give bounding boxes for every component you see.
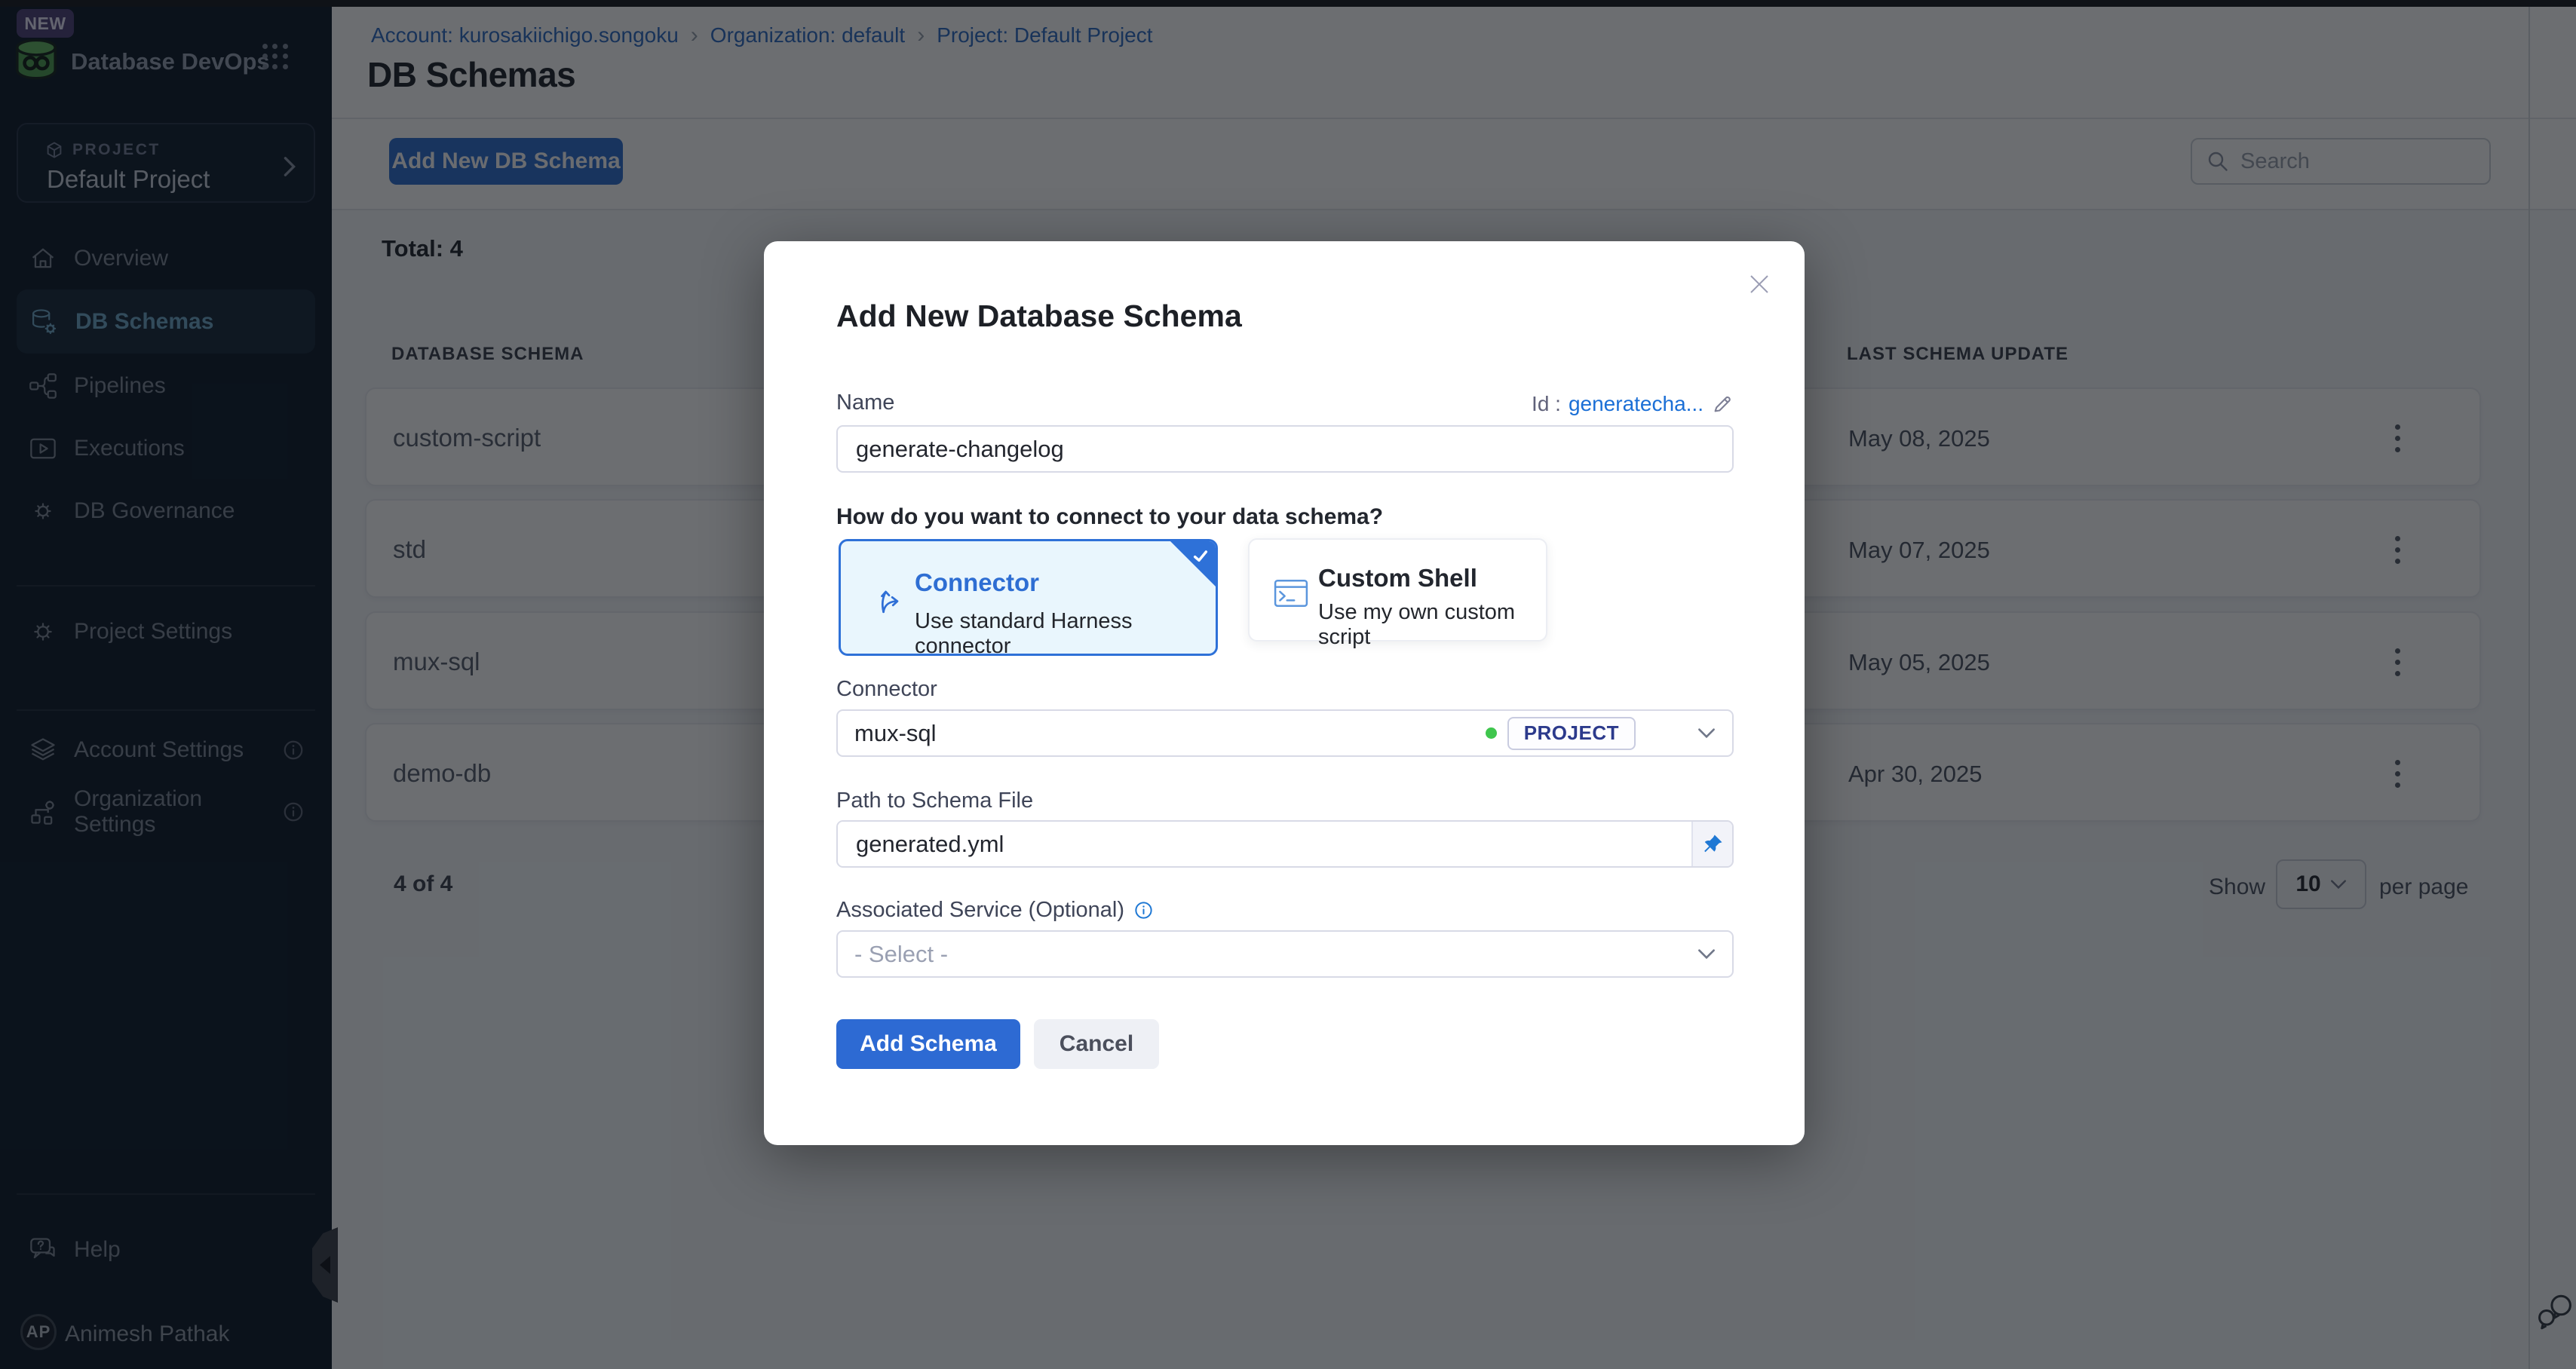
connector-label: Connector [836, 677, 937, 702]
connector-value: mux-sql [854, 720, 1486, 747]
name-input[interactable] [836, 425, 1734, 473]
service-placeholder: - Select - [854, 941, 1697, 968]
pin-icon[interactable] [1691, 822, 1732, 866]
path-input[interactable] [838, 822, 1691, 866]
id-value-link[interactable]: generatecha... [1569, 392, 1704, 416]
connector-icon [874, 583, 906, 617]
scope-badge: PROJECT [1507, 717, 1636, 750]
option-title: Custom Shell [1318, 564, 1477, 593]
connector-select[interactable]: mux-sql PROJECT [836, 709, 1734, 757]
close-icon[interactable] [1746, 271, 1772, 297]
option-subtitle: Use my own custom script [1318, 600, 1546, 650]
chevron-down-icon [1697, 948, 1716, 960]
app-root: NEW Database DevOps PROJECT Default Proj… [0, 0, 2576, 1369]
option-connector[interactable]: Connector Use standard Harness connector [839, 539, 1218, 656]
cancel-button[interactable]: Cancel [1034, 1019, 1159, 1069]
chevron-down-icon [1697, 727, 1716, 739]
modal-title: Add New Database Schema [836, 299, 1242, 334]
option-subtitle: Use standard Harness connector [915, 609, 1216, 656]
entity-id-row: Id : generatecha... [1532, 392, 1734, 416]
terminal-icon [1274, 577, 1308, 609]
add-schema-button[interactable]: Add Schema [836, 1019, 1020, 1069]
name-label: Name [836, 390, 894, 415]
connectivity-status-dot [1486, 727, 1497, 739]
id-prefix: Id : [1532, 392, 1561, 416]
add-schema-modal: Add New Database Schema Name Id : genera… [764, 241, 1805, 1145]
connection-question: How do you want to connect to your data … [836, 504, 1383, 530]
edit-id-icon[interactable] [1711, 393, 1734, 415]
path-field [836, 820, 1734, 868]
check-icon [1191, 547, 1210, 565]
path-label: Path to Schema File [836, 789, 1033, 813]
option-title: Connector [915, 568, 1039, 597]
info-icon[interactable] [1133, 900, 1154, 920]
service-select[interactable]: - Select - [836, 930, 1734, 978]
associated-service-label: Associated Service (Optional) [836, 898, 1154, 923]
option-custom-shell[interactable]: Custom Shell Use my own custom script [1248, 538, 1547, 642]
